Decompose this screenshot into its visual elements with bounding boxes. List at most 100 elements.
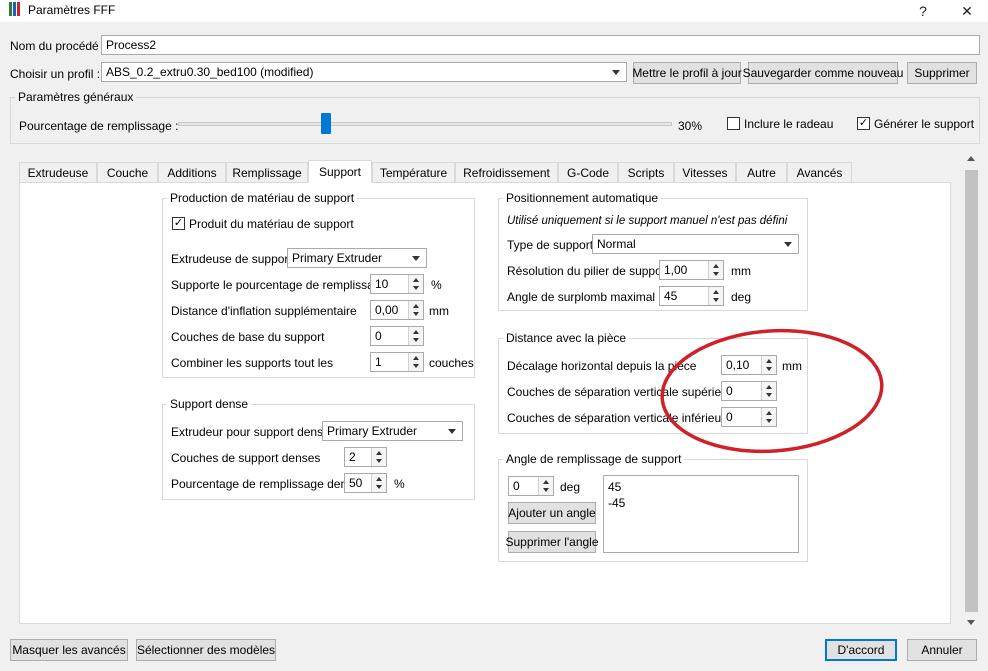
remove-angle-button[interactable]: Supprimer l'angle: [506, 531, 599, 553]
spin-up-icon[interactable]: [413, 356, 419, 360]
spin-buttons[interactable]: [408, 301, 423, 319]
tab-avances[interactable]: Avancés: [787, 162, 852, 182]
tab-scripts[interactable]: Scripts: [618, 162, 674, 182]
support-type-select[interactable]: Normal: [592, 234, 799, 254]
angles-list[interactable]: 45 -45: [603, 475, 799, 553]
chevron-down-icon: [784, 242, 792, 247]
profile-label: Choisir un profil :: [10, 67, 101, 81]
spin-buttons[interactable]: [408, 275, 423, 293]
infill-slider-track[interactable]: [178, 122, 672, 126]
spin-up-icon[interactable]: [543, 480, 549, 484]
spin-down-icon[interactable]: [413, 364, 419, 368]
process-name-input[interactable]: Process2: [101, 35, 980, 55]
spin-down-icon[interactable]: [713, 272, 719, 276]
infill-angle-spinbox[interactable]: 0: [508, 476, 554, 496]
support-infill-spinbox[interactable]: 10: [370, 274, 424, 294]
infill-slider-handle[interactable]: [321, 113, 332, 134]
cancel-button[interactable]: Annuler: [907, 639, 977, 661]
spin-up-icon[interactable]: [413, 304, 419, 308]
spin-up-icon[interactable]: [376, 451, 382, 455]
spin-down-icon[interactable]: [713, 298, 719, 302]
list-item[interactable]: -45: [604, 495, 798, 511]
raft-checkbox[interactable]: [727, 117, 740, 130]
tab-vitesses[interactable]: Vitesses: [674, 162, 736, 182]
support-extruder-label: Extrudeuse de support: [171, 252, 292, 266]
spin-up-icon[interactable]: [713, 264, 719, 268]
support-type-label: Type de support: [507, 238, 594, 252]
help-button[interactable]: ?: [903, 0, 943, 22]
auto-placement-note: Utilisé uniquement si le support manuel …: [507, 215, 788, 227]
spin-down-icon[interactable]: [376, 459, 382, 463]
spin-buttons[interactable]: [408, 353, 423, 371]
spin-buttons[interactable]: [708, 261, 723, 279]
dense-infill-unit: %: [394, 477, 405, 491]
dense-infill-spinbox[interactable]: 50: [344, 473, 387, 493]
spin-down-icon[interactable]: [376, 485, 382, 489]
combine-supports-value: 1: [375, 355, 382, 369]
spin-buttons[interactable]: [408, 327, 423, 345]
base-layers-value: 0: [375, 329, 382, 343]
inflation-distance-label: Distance d'inflation supplémentaire: [171, 304, 357, 318]
combine-supports-label: Combiner les supports tout les: [171, 356, 334, 370]
spin-down-icon[interactable]: [413, 286, 419, 290]
tab-remplissage[interactable]: Remplissage: [226, 162, 308, 182]
spin-buttons[interactable]: [538, 477, 553, 495]
spin-buttons[interactable]: [371, 448, 386, 466]
close-icon[interactable]: ✕: [947, 0, 987, 22]
delete-profile-button[interactable]: Supprimer: [907, 62, 977, 84]
select-models-button[interactable]: Sélectionner des modèles: [136, 639, 276, 661]
spin-up-icon[interactable]: [376, 477, 382, 481]
support-infill-value: 10: [375, 277, 389, 291]
tab-additions[interactable]: Additions: [158, 162, 226, 182]
dense-extruder-select[interactable]: Primary Extruder: [322, 421, 463, 441]
profile-select[interactable]: ABS_0.2_extru0.30_bed100 (modified): [101, 62, 627, 82]
list-item[interactable]: 45: [604, 479, 798, 495]
overhang-angle-unit: deg: [731, 290, 752, 304]
ok-button[interactable]: D'accord: [825, 639, 897, 661]
combine-supports-spinbox[interactable]: 1: [370, 352, 424, 372]
produce-support-checkbox[interactable]: ✓: [172, 217, 185, 230]
generate-support-checkbox[interactable]: ✓: [857, 117, 870, 130]
tab-couche[interactable]: Couche: [97, 162, 158, 182]
dense-layers-spinbox[interactable]: 2: [344, 447, 387, 467]
hide-advanced-button[interactable]: Masquer les avancés: [10, 639, 128, 661]
save-as-new-button[interactable]: Sauvegarder comme nouveau: [743, 62, 903, 84]
overhang-angle-value: 45: [664, 289, 678, 303]
vertical-scrollbar[interactable]: [963, 150, 980, 633]
spin-buttons[interactable]: [708, 287, 723, 305]
overhang-angle-spinbox[interactable]: 45: [659, 286, 724, 306]
base-layers-spinbox[interactable]: 0: [370, 326, 424, 346]
inflation-distance-spinbox[interactable]: 0,00: [370, 300, 424, 320]
tab-temperature[interactable]: Température: [372, 162, 455, 182]
add-angle-button[interactable]: Ajouter un angle: [508, 502, 596, 524]
spin-up-icon[interactable]: [413, 330, 419, 334]
tab-refroidissement[interactable]: Refroidissement: [455, 162, 558, 182]
pillar-resolution-unit: mm: [731, 264, 751, 278]
window-title: Paramètres FFF: [28, 3, 116, 17]
spin-down-icon[interactable]: [413, 338, 419, 342]
profile-selected-value: ABS_0.2_extru0.30_bed100 (modified): [106, 65, 314, 79]
chevron-down-icon: [612, 70, 620, 75]
produce-support-label: Produit du matériau de support: [189, 217, 354, 231]
spin-buttons[interactable]: [371, 474, 386, 492]
generate-support-label: Générer le support: [874, 117, 975, 131]
scroll-up-icon[interactable]: [967, 156, 975, 161]
dense-layers-label: Couches de support denses: [171, 451, 321, 465]
support-extruder-select[interactable]: Primary Extruder: [287, 248, 427, 268]
update-profile-button[interactable]: Mettre le profil à jour: [632, 62, 742, 84]
scrollbar-thumb[interactable]: [965, 170, 978, 612]
chevron-down-icon: [448, 429, 456, 434]
overhang-angle-label: Angle de surplomb maximal: [507, 290, 656, 304]
spin-down-icon[interactable]: [413, 312, 419, 316]
spin-up-icon[interactable]: [713, 290, 719, 294]
pillar-resolution-spinbox[interactable]: 1,00: [659, 260, 724, 280]
support-extruder-value: Primary Extruder: [292, 251, 383, 265]
scroll-down-icon[interactable]: [967, 620, 975, 625]
tab-autre[interactable]: Autre: [736, 162, 787, 182]
tab-extrudeuse[interactable]: Extrudeuse: [19, 162, 97, 182]
spin-up-icon[interactable]: [413, 278, 419, 282]
tab-support[interactable]: Support: [308, 160, 372, 183]
dense-extruder-label: Extrudeur pour support dense: [171, 425, 330, 439]
tab-gcode[interactable]: G-Code: [558, 162, 618, 182]
spin-down-icon[interactable]: [543, 488, 549, 492]
